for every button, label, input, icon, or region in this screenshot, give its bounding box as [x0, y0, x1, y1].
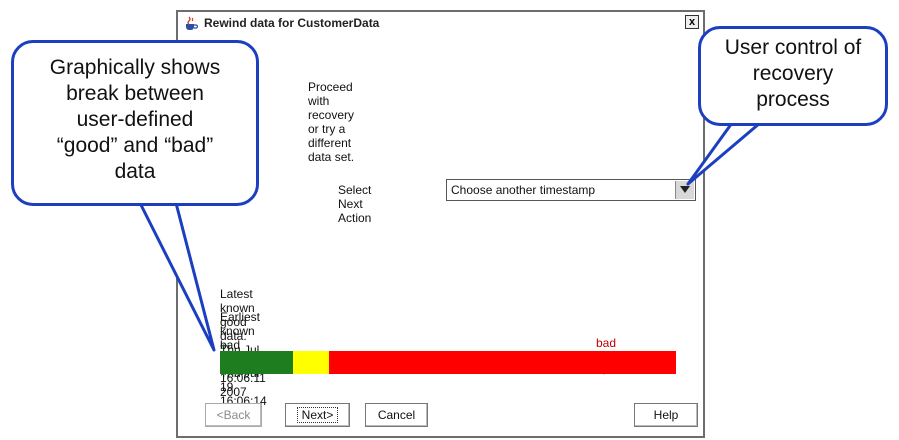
timeline-callout: Graphically shows break between user-def… [11, 40, 259, 206]
callout-line: user-defined [76, 108, 194, 131]
callout-line: process [756, 88, 830, 111]
callout-line: break between [66, 82, 204, 105]
callout-line: recovery [752, 62, 834, 85]
control-callout: User control of recovery process [698, 26, 888, 126]
callout-line: “good” and “bad” [56, 134, 214, 157]
callout-line: Graphically shows [49, 56, 221, 79]
callout-line: User control of [724, 36, 862, 59]
callout-line: data [114, 160, 156, 183]
